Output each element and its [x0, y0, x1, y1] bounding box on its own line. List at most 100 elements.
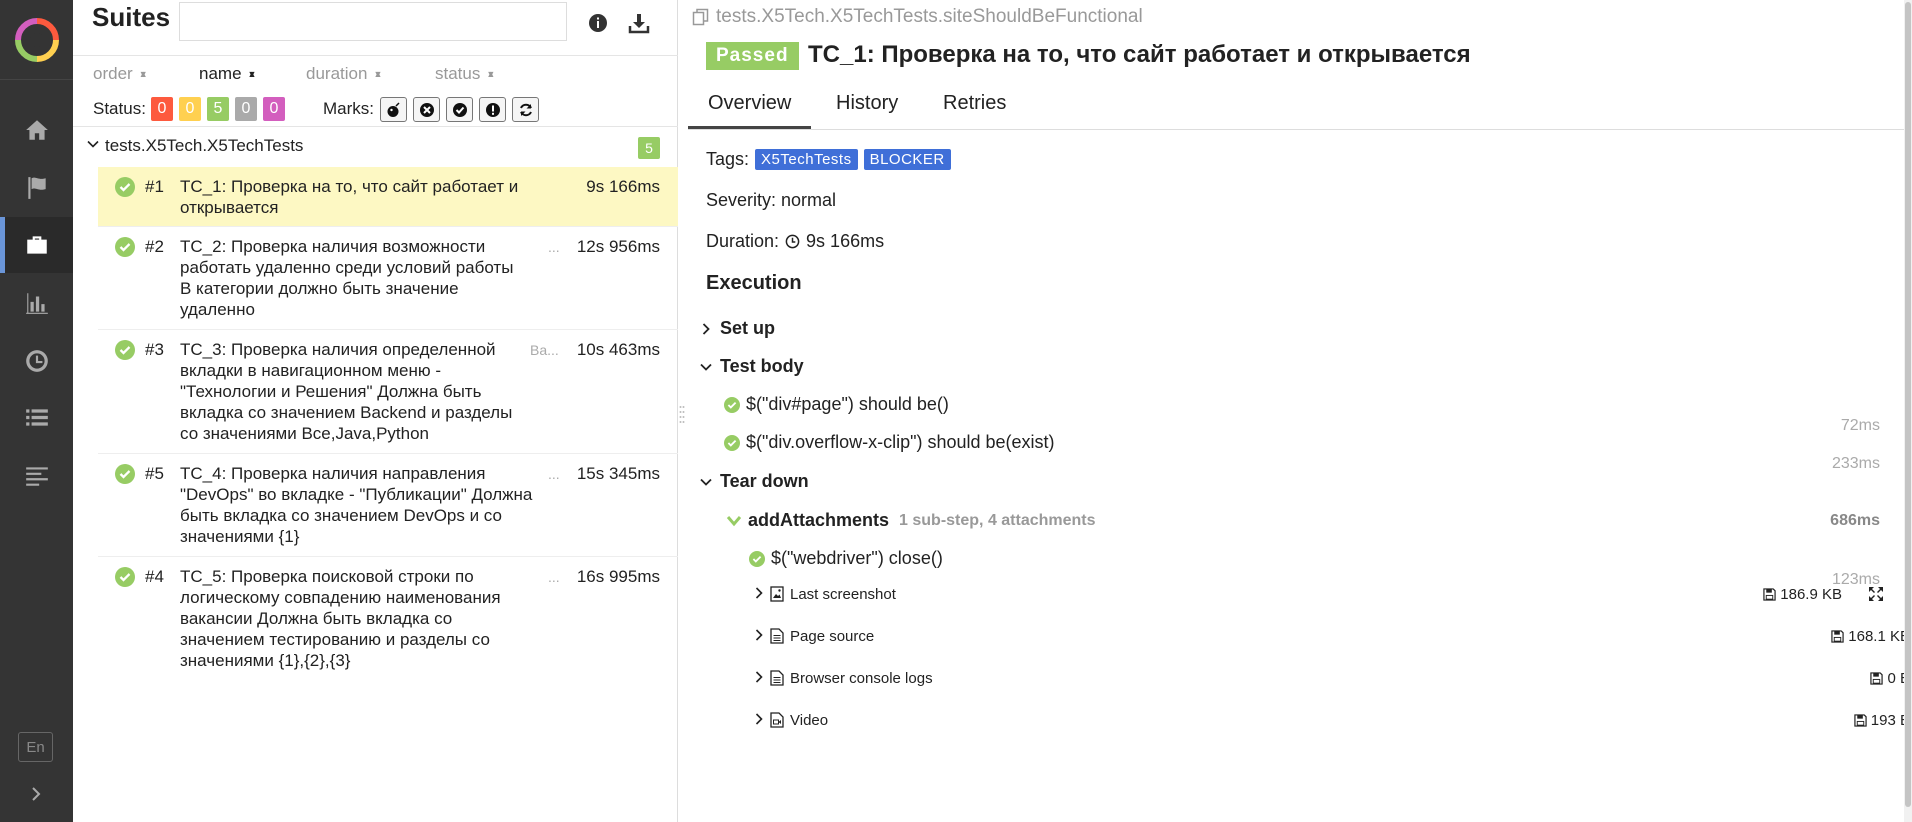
attachment-name: Video: [790, 712, 829, 729]
sort-duration-label: duration: [306, 64, 368, 83]
duration-value: 9s 166ms: [806, 231, 885, 251]
save-icon: [1870, 672, 1884, 685]
teardown-step[interactable]: addAttachments 1 sub-step, 4 attachments: [726, 510, 1096, 531]
test-body-stage[interactable]: Test body: [700, 356, 804, 377]
attachment-row[interactable]: Browser console logs 0 B: [754, 664, 1912, 694]
chevron-right-icon: [755, 587, 763, 599]
status-broken-toggle[interactable]: 0: [179, 97, 201, 121]
teardown-stage[interactable]: Tear down: [700, 471, 809, 492]
language-button[interactable]: En: [18, 732, 53, 762]
page-title: Suites: [92, 2, 171, 32]
test-duration: 16s 995ms: [576, 567, 660, 586]
scrollbar-thumb[interactable]: [1905, 2, 1911, 807]
teardown-label: Tear down: [720, 471, 809, 491]
test-order: #5: [145, 464, 164, 483]
setup-stage[interactable]: Set up: [700, 318, 775, 339]
attachment-row[interactable]: Last screenshot 186.9 KB: [754, 580, 1884, 610]
passed-status-icon: [115, 177, 135, 197]
suite-group-name: tests.X5Tech.X5TechTests: [105, 136, 304, 155]
test-duration: 10s 463ms: [576, 340, 660, 359]
info-button[interactable]: [585, 10, 611, 36]
suite-group[interactable]: tests.X5Tech.X5TechTests 5: [73, 132, 678, 162]
test-row[interactable]: #3 TC_3: Проверка наличия определенной в…: [98, 330, 678, 454]
nav-suites[interactable]: [0, 217, 73, 273]
nav-overview[interactable]: [0, 102, 73, 158]
test-row[interactable]: #2 TC_2: Проверка наличия возможности ра…: [98, 227, 678, 330]
drag-handle-icon: [679, 406, 685, 423]
test-row[interactable]: #5 TC_4: Проверка наличия направления "D…: [98, 454, 678, 557]
sort-order-label: order: [93, 64, 133, 83]
attachment-row[interactable]: Page source 168.1 KB: [754, 622, 1912, 652]
sort-status-label: status: [435, 64, 481, 83]
search-input[interactable]: [179, 2, 567, 41]
nav-behaviors[interactable]: [0, 390, 73, 446]
status-skipped-toggle[interactable]: 0: [235, 97, 257, 121]
clock-icon: [25, 350, 48, 372]
download-icon: [628, 14, 650, 34]
status-unknown-toggle[interactable]: 0: [263, 97, 285, 121]
sidebar: En: [0, 0, 73, 822]
sort-order[interactable]: order ▲ ▼: [93, 64, 148, 84]
allure-logo[interactable]: [0, 0, 73, 80]
chevron-right-icon: [755, 629, 763, 641]
tab-history[interactable]: History: [836, 92, 898, 115]
test-name: TC_3: Проверка наличия определенной вкла…: [180, 340, 513, 443]
step[interactable]: $("webdriver") close(): [749, 548, 943, 569]
nav-categories[interactable]: [0, 160, 73, 216]
mark-new-passed-button[interactable]: [446, 97, 473, 122]
mark-flaky-button[interactable]: [479, 97, 506, 122]
chevron-right-icon: [702, 322, 710, 335]
test-detail-pane: tests.X5Tech.X5TechTests.siteShouldBeFun…: [687, 0, 1910, 822]
sort-duration[interactable]: duration ▲ ▼: [306, 64, 382, 84]
attachment-row[interactable]: Video 193 B: [754, 706, 1912, 736]
status-filter-label: Status:: [93, 99, 146, 118]
duration-field: Duration: 9s 166ms: [706, 231, 884, 252]
filters: Status: 0 0 5 0 0 Marks:: [73, 94, 678, 126]
test-duration: 12s 956ms: [576, 237, 660, 256]
save-icon: [1831, 630, 1844, 643]
nav-timeline[interactable]: [0, 333, 73, 389]
expand-icon[interactable]: [1868, 586, 1884, 602]
mark-retries-button[interactable]: [512, 97, 539, 122]
test-full-name: tests.X5Tech.X5TechTests.siteShouldBeFun…: [716, 6, 1143, 27]
copy-icon[interactable]: [692, 8, 710, 26]
tags-label: Tags:: [706, 149, 750, 169]
test-order: #1: [145, 177, 164, 196]
tab-overview[interactable]: Overview: [687, 92, 812, 129]
breadcrumb: tests.X5Tech.X5TechTests.siteShouldBeFun…: [692, 6, 1143, 28]
attachment-size: 168.1 KB: [1831, 628, 1910, 645]
step[interactable]: $("div.overflow-x-clip") should be(exist…: [724, 432, 1055, 453]
test-parameters: Ва...: [530, 342, 559, 358]
status-passed-toggle[interactable]: 5: [207, 97, 229, 121]
mark-new-failed-button[interactable]: [380, 97, 407, 122]
expand-sidebar-button[interactable]: [22, 780, 50, 808]
text-file-icon: [770, 670, 784, 686]
setup-label: Set up: [720, 318, 776, 338]
attachment-name: Browser console logs: [790, 670, 933, 687]
pane-splitter[interactable]: [678, 405, 686, 425]
test-name: TC_2: Проверка наличия возможности работ…: [180, 237, 514, 319]
status-failed-toggle[interactable]: 0: [151, 97, 173, 121]
nav-packages[interactable]: [0, 448, 73, 504]
sort-name[interactable]: name ▲ ▼: [199, 64, 256, 84]
step[interactable]: $("div#page") should be(): [724, 394, 949, 415]
attachment-name: Last screenshot: [790, 586, 896, 603]
test-order: #4: [145, 567, 164, 586]
test-name: TC_1: Проверка на то, что сайт работает …: [180, 177, 519, 217]
tab-retries[interactable]: Retries: [943, 92, 1006, 115]
sort-status[interactable]: status ▲ ▼: [435, 64, 495, 84]
download-button[interactable]: [626, 10, 652, 36]
clock-icon: [785, 234, 800, 249]
attachment-size-value: 186.9 KB: [1780, 586, 1842, 603]
vertical-scrollbar[interactable]: [1904, 0, 1912, 822]
test-row[interactable]: #1 TC_1: Проверка на то, что сайт работа…: [98, 167, 678, 227]
nav-graphs[interactable]: [0, 275, 73, 331]
attachment-size: 193 B: [1854, 712, 1910, 729]
test-row[interactable]: #4 TC_5: Проверка поисковой строки по ло…: [98, 557, 678, 681]
teardown-step-meta: 1 sub-step, 4 attachments: [899, 511, 1096, 529]
chevron-down-icon: [700, 363, 712, 371]
passed-status-icon: [115, 340, 135, 360]
allure-logo-icon: [14, 17, 59, 62]
tag: X5TechTests: [755, 149, 858, 170]
mark-new-broken-button[interactable]: [413, 97, 440, 122]
